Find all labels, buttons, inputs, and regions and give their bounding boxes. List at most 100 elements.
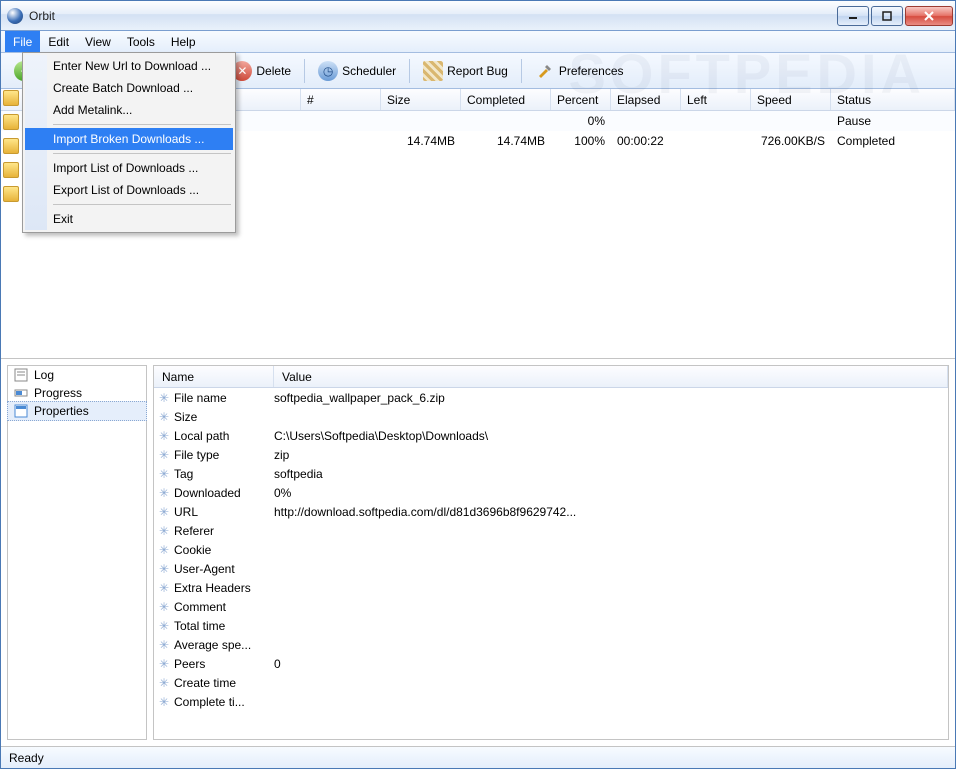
expand-icon[interactable]: ✳ bbox=[154, 676, 174, 690]
expand-icon[interactable]: ✳ bbox=[154, 467, 174, 481]
titlebar[interactable]: Orbit bbox=[1, 1, 955, 31]
expand-icon[interactable]: ✳ bbox=[154, 619, 174, 633]
expand-icon[interactable]: ✳ bbox=[154, 600, 174, 614]
menu-item[interactable]: Add Metalink... bbox=[25, 99, 233, 121]
property-row[interactable]: ✳Local pathC:\Users\Softpedia\Desktop\Do… bbox=[154, 426, 948, 445]
th-size[interactable]: Size bbox=[381, 89, 461, 110]
prop-head-value[interactable]: Value bbox=[274, 366, 948, 387]
property-name: File type bbox=[174, 448, 274, 462]
menu-file[interactable]: File bbox=[5, 31, 40, 52]
tb-scheduler[interactable]: ◷Scheduler bbox=[311, 58, 403, 84]
property-row[interactable]: ✳Complete ti... bbox=[154, 692, 948, 711]
property-row[interactable]: ✳Total time bbox=[154, 616, 948, 635]
expand-icon[interactable]: ✳ bbox=[154, 391, 174, 405]
tb-preferences[interactable]: Preferences bbox=[528, 58, 631, 84]
close-button[interactable] bbox=[905, 6, 953, 26]
th-left[interactable]: Left bbox=[681, 89, 751, 110]
property-row[interactable]: ✳Peers0 bbox=[154, 654, 948, 673]
th-status[interactable]: Status bbox=[831, 89, 955, 110]
th-speed[interactable]: Speed bbox=[751, 89, 831, 110]
expand-icon[interactable]: ✳ bbox=[154, 638, 174, 652]
prop-head-name[interactable]: Name bbox=[154, 366, 274, 387]
menu-edit[interactable]: Edit bbox=[40, 31, 77, 52]
status-text: Ready bbox=[9, 751, 44, 765]
property-row[interactable]: ✳File typezip bbox=[154, 445, 948, 464]
th-num[interactable]: # bbox=[301, 89, 381, 110]
property-value: C:\Users\Softpedia\Desktop\Downloads\ bbox=[274, 429, 948, 443]
menu-help[interactable]: Help bbox=[163, 31, 204, 52]
properties-header: Name Value bbox=[154, 366, 948, 388]
nav-progress[interactable]: Progress bbox=[8, 384, 146, 402]
category-icon[interactable] bbox=[3, 138, 19, 154]
tb-separator bbox=[521, 59, 522, 83]
expand-icon[interactable]: ✳ bbox=[154, 695, 174, 709]
nav-progress-label: Progress bbox=[34, 386, 82, 400]
properties-icon bbox=[14, 404, 28, 418]
category-gutter bbox=[0, 90, 22, 210]
property-row[interactable]: ✳Create time bbox=[154, 673, 948, 692]
tb-reportbug[interactable]: Report Bug bbox=[416, 58, 515, 84]
category-icon[interactable] bbox=[3, 114, 19, 130]
nav-log-label: Log bbox=[34, 368, 54, 382]
menu-separator bbox=[53, 204, 231, 205]
property-row[interactable]: ✳Tagsoftpedia bbox=[154, 464, 948, 483]
minimize-button[interactable] bbox=[837, 6, 869, 26]
property-value: 0% bbox=[274, 486, 948, 500]
expand-icon[interactable]: ✳ bbox=[154, 448, 174, 462]
th-elapsed[interactable]: Elapsed bbox=[611, 89, 681, 110]
menu-item[interactable]: Exit bbox=[25, 208, 233, 230]
expand-icon[interactable]: ✳ bbox=[154, 543, 174, 557]
nav-properties[interactable]: Properties bbox=[7, 401, 147, 421]
nav-log[interactable]: Log bbox=[8, 366, 146, 384]
expand-icon[interactable]: ✳ bbox=[154, 410, 174, 424]
clock-icon: ◷ bbox=[318, 61, 338, 81]
property-row[interactable]: ✳Extra Headers bbox=[154, 578, 948, 597]
property-row[interactable]: ✳Average spe... bbox=[154, 635, 948, 654]
property-name: Complete ti... bbox=[174, 695, 274, 709]
menu-item[interactable]: Enter New Url to Download ... bbox=[25, 55, 233, 77]
th-percent[interactable]: Percent bbox=[551, 89, 611, 110]
expand-icon[interactable]: ✳ bbox=[154, 524, 174, 538]
category-icon[interactable] bbox=[3, 162, 19, 178]
property-row[interactable]: ✳Comment bbox=[154, 597, 948, 616]
property-row[interactable]: ✳User-Agent bbox=[154, 559, 948, 578]
expand-icon[interactable]: ✳ bbox=[154, 429, 174, 443]
expand-icon[interactable]: ✳ bbox=[154, 562, 174, 576]
file-menu-dropdown: Enter New Url to Download ...Create Batc… bbox=[22, 52, 236, 233]
menu-item[interactable]: Import Broken Downloads ... bbox=[25, 128, 233, 150]
property-name: Create time bbox=[174, 676, 274, 690]
menubar: File Edit View Tools Help bbox=[1, 31, 955, 53]
app-icon bbox=[7, 8, 23, 24]
category-icon[interactable] bbox=[3, 186, 19, 202]
menu-item[interactable]: Import List of Downloads ... bbox=[25, 157, 233, 179]
detail-nav: Log Progress Properties bbox=[7, 365, 147, 740]
menu-view[interactable]: View bbox=[77, 31, 119, 52]
property-name: Extra Headers bbox=[174, 581, 274, 595]
property-row[interactable]: ✳URLhttp://download.softpedia.com/dl/d81… bbox=[154, 502, 948, 521]
tb-separator bbox=[409, 59, 410, 83]
tb-delete-label: Delete bbox=[256, 64, 291, 78]
property-name: Cookie bbox=[174, 543, 274, 557]
property-row[interactable]: ✳Referer bbox=[154, 521, 948, 540]
property-name: Total time bbox=[174, 619, 274, 633]
property-row[interactable]: ✳File namesoftpedia_wallpaper_pack_6.zip bbox=[154, 388, 948, 407]
menu-tools[interactable]: Tools bbox=[119, 31, 163, 52]
detail-pane: Log Progress Properties Name Value ✳File… bbox=[1, 359, 955, 746]
menu-item[interactable]: Create Batch Download ... bbox=[25, 77, 233, 99]
expand-icon[interactable]: ✳ bbox=[154, 657, 174, 671]
tb-reportbug-label: Report Bug bbox=[447, 64, 508, 78]
property-row[interactable]: ✳Downloaded0% bbox=[154, 483, 948, 502]
expand-icon[interactable]: ✳ bbox=[154, 581, 174, 595]
category-icon[interactable] bbox=[3, 90, 19, 106]
property-name: Referer bbox=[174, 524, 274, 538]
menu-item[interactable]: Export List of Downloads ... bbox=[25, 179, 233, 201]
statusbar: Ready bbox=[1, 746, 955, 768]
expand-icon[interactable]: ✳ bbox=[154, 505, 174, 519]
tb-delete[interactable]: ✕Delete bbox=[225, 58, 298, 84]
td-status: Completed bbox=[831, 134, 955, 148]
property-row[interactable]: ✳Cookie bbox=[154, 540, 948, 559]
property-row[interactable]: ✳Size bbox=[154, 407, 948, 426]
expand-icon[interactable]: ✳ bbox=[154, 486, 174, 500]
maximize-button[interactable] bbox=[871, 6, 903, 26]
th-completed[interactable]: Completed bbox=[461, 89, 551, 110]
